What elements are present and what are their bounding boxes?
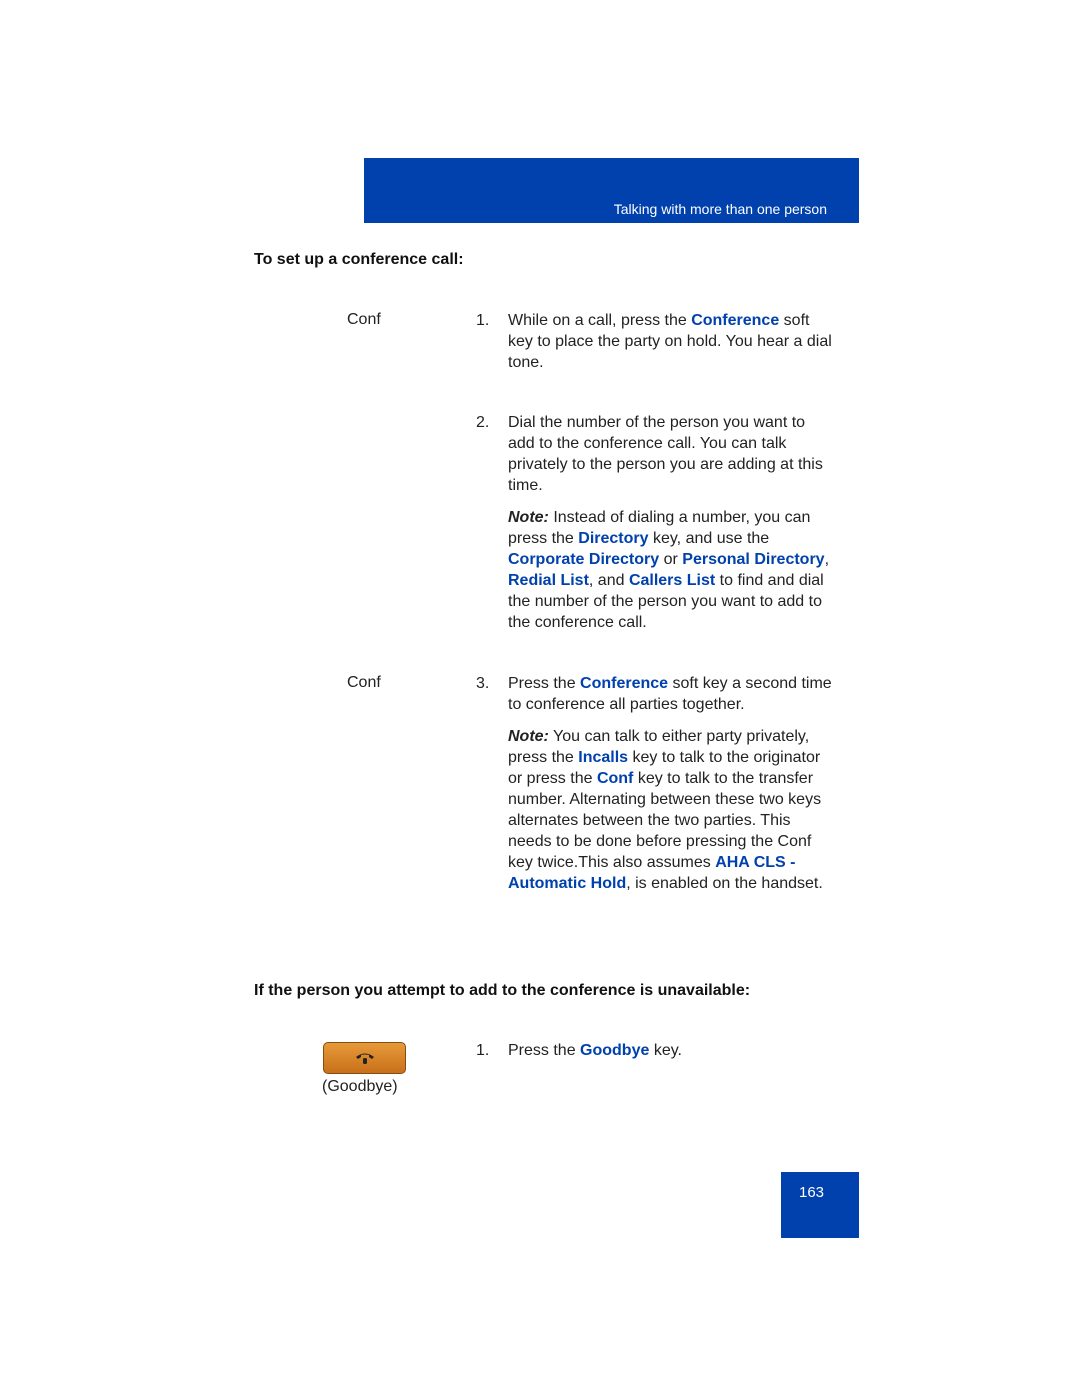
keyword-conference: Conference (580, 675, 669, 692)
keyword-conference: Conference (691, 312, 780, 329)
section-heading-unavailable: If the person you attempt to add to the … (254, 982, 751, 999)
step-1: 1. While on a call, press the Conference… (476, 310, 836, 373)
handset-hangup-icon (356, 1053, 374, 1064)
keyword-personal-directory: Personal Directory (682, 551, 825, 568)
key-label-conf-1: Conf (347, 311, 381, 328)
step-3: 3. Press the Conference soft key a secon… (476, 673, 836, 715)
step-number: 1. (476, 1042, 490, 1059)
keyword-directory: Directory (578, 530, 649, 547)
key-label-conf-3: Conf (347, 674, 381, 691)
keyword-corporate-directory: Corporate Directory (508, 551, 660, 568)
step-2: 2. Dial the number of the person you wan… (476, 412, 836, 496)
note-directory: Note: Instead of dialing a number, you c… (508, 509, 830, 631)
note-label: Note: (508, 728, 549, 745)
step-number: 1. (476, 312, 490, 329)
keyword-goodbye: Goodbye (580, 1042, 650, 1059)
step-number: 3. (476, 675, 490, 692)
goodbye-key-image (323, 1042, 406, 1074)
section-heading-setup: To set up a conference call: (254, 251, 464, 268)
note-label: Note: (508, 509, 549, 526)
keyword-redial-list: Redial List (508, 572, 589, 589)
chapter-header-bar: Talking with more than one person (364, 158, 859, 223)
step-text: Dial the number of the person you want t… (508, 414, 823, 494)
step-number: 2. (476, 414, 490, 431)
page-number: 163 (799, 1184, 825, 1201)
note-alternate-parties: Note: You can talk to either party priva… (508, 728, 823, 892)
keyword-conf: Conf (596, 770, 634, 787)
step-text: While on a call, press the Conference so… (508, 312, 832, 371)
step-text: Press the Goodbye key. (508, 1042, 682, 1059)
page-number-box: 163 (781, 1172, 859, 1238)
key-label-goodbye: (Goodbye) (322, 1078, 398, 1095)
keyword-incalls: Incalls (578, 749, 629, 766)
step-text: Press the Conference soft key a second t… (508, 675, 832, 713)
keyword-callers-list: Callers List (628, 572, 716, 589)
chapter-title: Talking with more than one person (613, 201, 827, 217)
step-goodbye: 1. Press the Goodbye key. (476, 1040, 836, 1061)
